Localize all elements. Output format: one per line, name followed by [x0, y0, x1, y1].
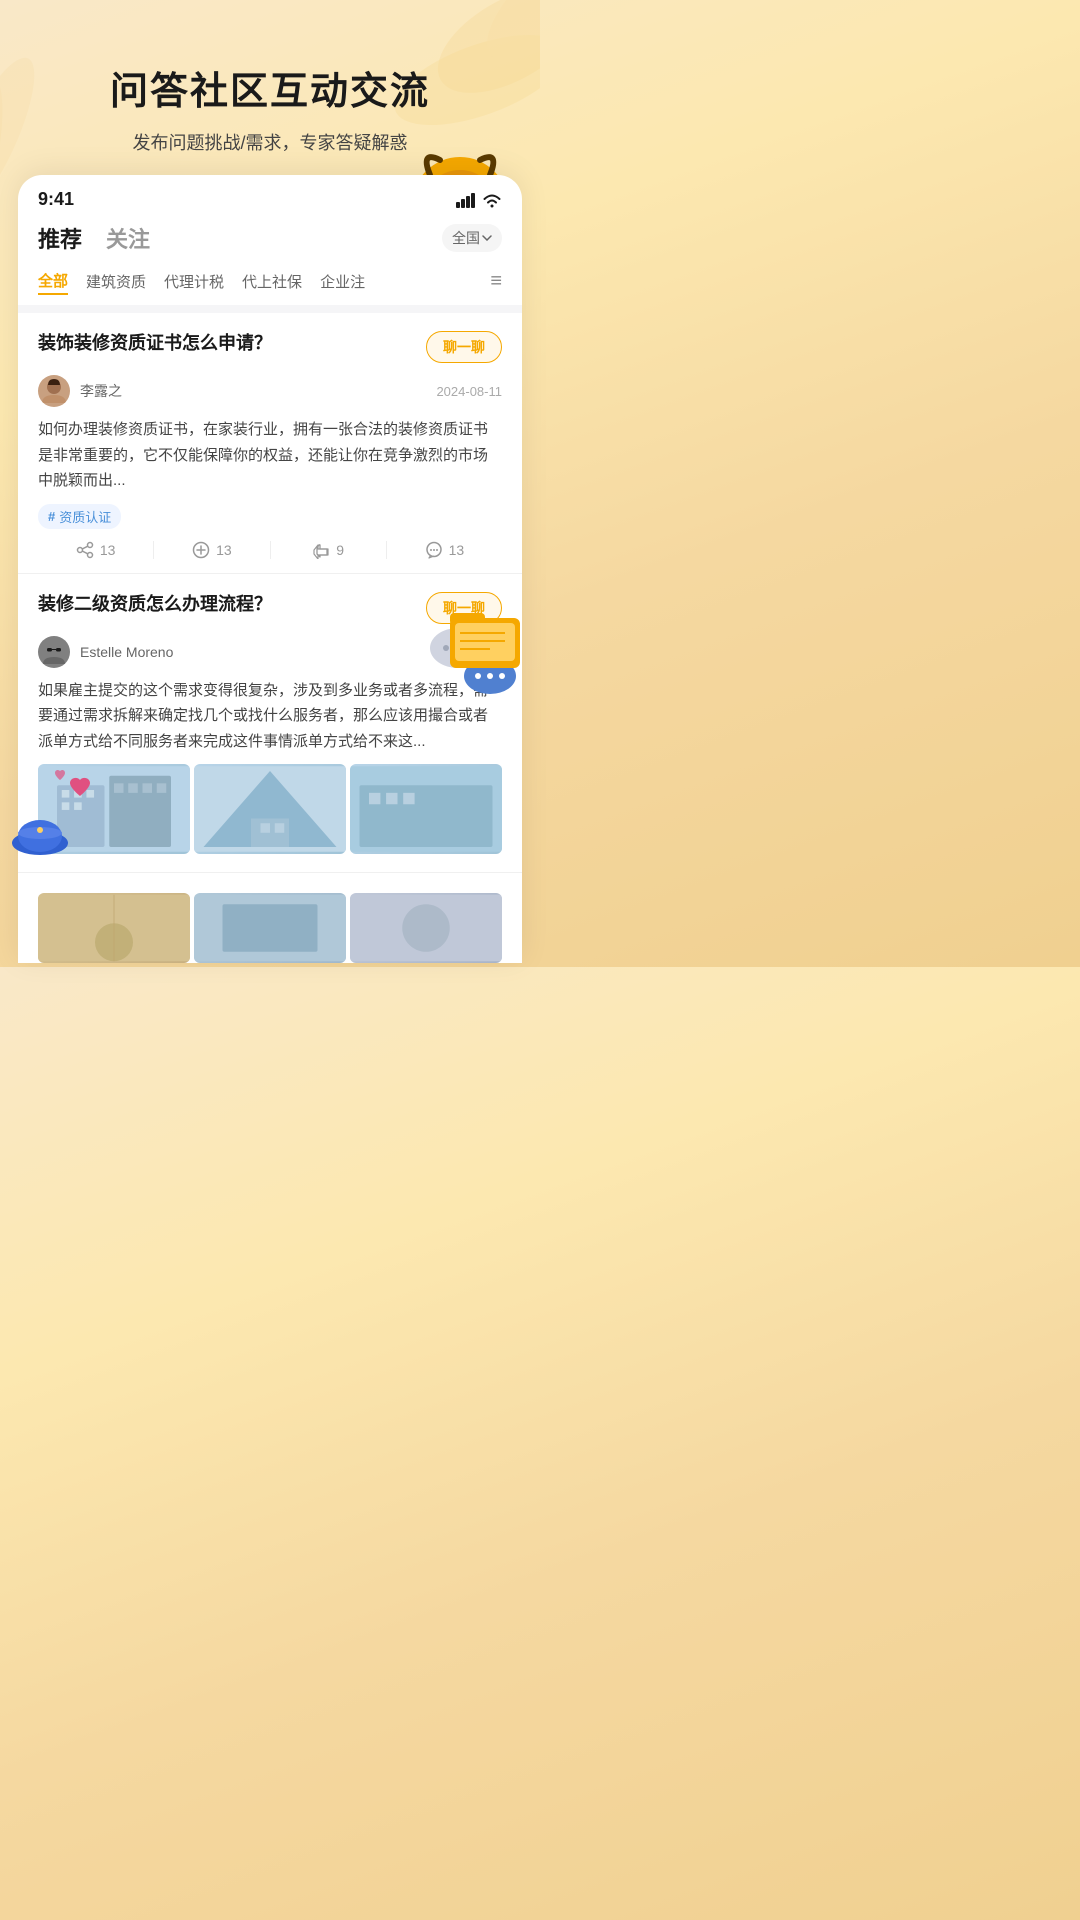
- post-image-1: [38, 764, 190, 854]
- comment-action[interactable]: 13: [387, 541, 502, 559]
- add-icon: [192, 541, 210, 559]
- tag-hash: #: [48, 509, 55, 524]
- cat-more-icon[interactable]: ≡: [490, 270, 502, 293]
- tag-label: 资质认证: [59, 507, 111, 526]
- extra-image-3: [350, 893, 502, 963]
- post-meta: 李露之 2024-08-11: [38, 375, 502, 407]
- comment-icon: [425, 541, 443, 559]
- tab-header: 推荐 关注 全国: [18, 216, 522, 264]
- phone-mockup: 9:41 推荐 关注 全国: [18, 175, 522, 963]
- signal-icon: [456, 192, 476, 208]
- cat-tab-construction[interactable]: 建筑资质: [86, 269, 146, 294]
- category-tabs: 全部 建筑资质 代理计税 代上社保 企业注 ≡: [18, 264, 522, 305]
- cat-tab-social[interactable]: 代上社保: [242, 269, 302, 294]
- post-date: 2024-08-11: [436, 384, 502, 399]
- share-icon: [76, 541, 94, 559]
- status-time: 9:41: [38, 189, 74, 210]
- avatar-2: [38, 636, 70, 668]
- chat-button-2[interactable]: 聊一聊: [426, 592, 502, 624]
- chat-button[interactable]: 聊一聊: [426, 331, 502, 363]
- post-title: 装饰装修资质证书怎么申请？: [38, 331, 414, 356]
- like-action[interactable]: 9: [271, 541, 386, 559]
- avatar: [38, 375, 70, 407]
- cat-tab-tax[interactable]: 代理计税: [164, 269, 224, 294]
- cat-tab-enterprise[interactable]: 企业注: [320, 269, 365, 294]
- tab-follow[interactable]: 关注: [106, 222, 150, 254]
- post-images: [38, 764, 502, 854]
- post-actions: 13 13 9: [38, 541, 502, 559]
- author-name: 李露之: [80, 381, 122, 401]
- post-header-2: 装修二级资质怎么办理流程？ 聊一聊: [38, 592, 502, 624]
- section-divider: [18, 305, 522, 313]
- post-content-2: 如果雇主提交的这个需求变得很复杂，涉及到多业务或者多流程，需要通过需求拆解来确定…: [38, 678, 502, 755]
- add-action[interactable]: 13: [154, 541, 269, 559]
- post-card: 装饰装修资质证书怎么申请？ 聊一聊 李露之 2024-08-11 如何办理装修资…: [18, 313, 522, 574]
- chevron-down-icon: [482, 235, 492, 241]
- add-count: 13: [216, 542, 232, 558]
- status-bar: 9:41: [18, 175, 522, 216]
- post-content: 如何办理装修资质证书，在家装行业，拥有一张合法的装修资质证书是非常重要的，它不仅…: [38, 417, 502, 494]
- region-label: 全国: [452, 228, 480, 248]
- status-icons: [456, 192, 502, 208]
- post-date-2: 2024-10-12: [436, 644, 503, 659]
- comment-count: 13: [449, 542, 465, 558]
- like-icon: [312, 541, 330, 559]
- author-name-2: Estelle Moreno: [80, 644, 173, 660]
- like-count: 9: [336, 542, 344, 558]
- share-action[interactable]: 13: [38, 541, 153, 559]
- extra-images: [38, 893, 502, 963]
- post-image-3: [350, 764, 502, 854]
- post-image-2: [194, 764, 346, 854]
- region-selector[interactable]: 全国: [442, 224, 502, 252]
- post-tag[interactable]: # 资质认证: [38, 504, 121, 529]
- post-card-extra: [18, 873, 522, 963]
- tab-recommend[interactable]: 推荐: [38, 222, 82, 254]
- extra-image-2: [194, 893, 346, 963]
- post-card-2: 装修二级资质怎么办理流程？ 聊一聊 Estelle Moreno 2024-10…: [18, 574, 522, 874]
- app-title: 问答社区互动交流: [30, 60, 510, 115]
- share-count: 13: [100, 542, 116, 558]
- post-title-2: 装修二级资质怎么办理流程？: [38, 592, 414, 617]
- extra-image-1: [38, 893, 190, 963]
- cat-tab-all[interactable]: 全部: [38, 268, 68, 295]
- wifi-icon: [482, 192, 502, 208]
- post-header: 装饰装修资质证书怎么申请？ 聊一聊: [38, 331, 502, 363]
- post-meta-2: Estelle Moreno 2024-10-12: [38, 636, 502, 668]
